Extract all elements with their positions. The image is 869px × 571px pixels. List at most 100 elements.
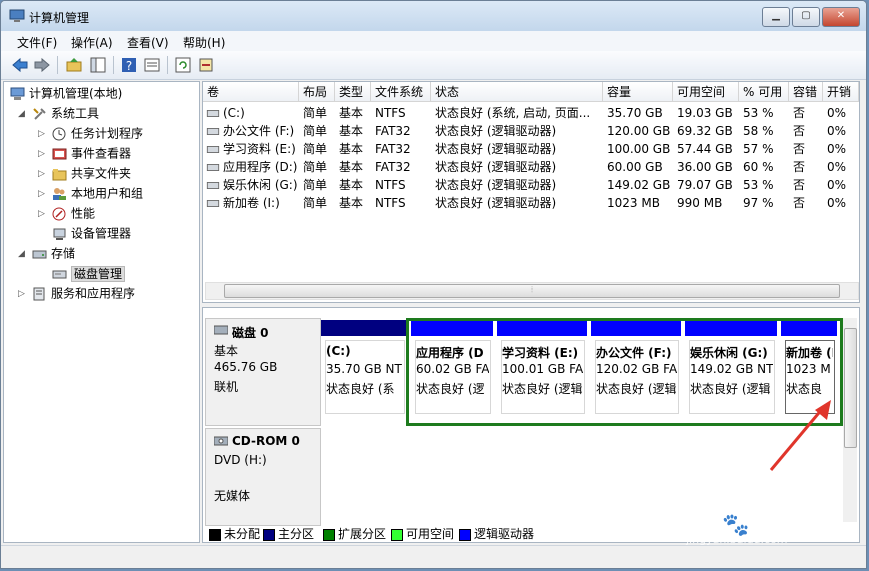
expand-arrow-icon[interactable]: ◢: [18, 109, 25, 119]
col-status-cell: 状态良好 (逻辑驱动器): [435, 160, 557, 174]
close-button[interactable]: ✕: [822, 7, 860, 27]
status-bar: [1, 545, 866, 568]
legend-free: 可用空间: [391, 525, 454, 542]
up-folder-icon[interactable]: [65, 56, 83, 74]
cdrom-icon: [214, 436, 228, 446]
col-capacity-header[interactable]: 容量: [603, 82, 673, 102]
col-type-cell: 基本: [339, 106, 364, 120]
show-hide-tree-icon[interactable]: [89, 56, 107, 74]
back-icon[interactable]: [11, 56, 29, 74]
tree-item-shared-folders[interactable]: 共享文件夹: [52, 164, 131, 182]
col-type-cell: 基本: [339, 178, 364, 192]
collapsed-arrow-icon[interactable]: ▷: [38, 169, 45, 179]
forward-icon[interactable]: [33, 56, 51, 74]
disk-size: 465.76 GB: [214, 360, 278, 374]
tree-item-disk-management[interactable]: 磁盘管理: [52, 264, 126, 282]
col-overhead-header[interactable]: 开销: [823, 82, 859, 102]
table-row[interactable]: 应用程序 (D:) 简单 基本 FAT32 状态良好 (逻辑驱动器) 60.00 GB 36…: [203, 158, 857, 176]
cdrom-label[interactable]: CD-ROM 0 DVD (H:) 无媒体: [205, 428, 321, 526]
computer-management-window: 计算机管理 ▁ ▢ ✕ 文件(F) 操作(A) 查看(V) 帮助(H) ? 计算…: [0, 0, 867, 569]
watermark-url: jingyan.baidu.com: [686, 533, 788, 546]
scroll-thumb[interactable]: ⦙: [224, 284, 840, 298]
table-row[interactable]: 办公文件 (F:) 简单 基本 FAT32 状态良好 (逻辑驱动器) 120.00 GB 6…: [203, 122, 857, 140]
scroll-thumb[interactable]: [844, 328, 857, 448]
disk-icon: [214, 325, 228, 335]
col-type-cell: 基本: [339, 142, 364, 156]
col-status-cell: 状态良好 (逻辑驱动器): [435, 142, 557, 156]
tree-item-system-tools[interactable]: 系统工具: [32, 104, 99, 122]
col-free-space-header[interactable]: 可用空间: [673, 82, 739, 102]
col-type-cell: 基本: [339, 196, 364, 210]
col-filesystem-cell: NTFS: [375, 178, 406, 192]
navigation-tree: 计算机管理(本地) ◢ 系统工具 ▷ 任务计划程序 ▷ 事件查看器 ▷ 共享文件…: [3, 81, 200, 543]
col-free-space-cell: 79.07 GB: [677, 178, 733, 192]
col-status-cell: 状态良好 (系统, 启动, 页面...: [435, 106, 591, 120]
storage-icon: [32, 250, 47, 258]
col-volume-header[interactable]: 卷: [203, 82, 299, 102]
tree-item-performance[interactable]: 性能: [52, 204, 95, 222]
col-layout-header[interactable]: 布局: [299, 82, 335, 102]
col-overhead-cell: 0%: [827, 196, 847, 210]
col-status-header[interactable]: 状态: [431, 82, 603, 102]
table-row[interactable]: 娱乐休闲 (G:) 简单 基本 NTFS 状态良好 (逻辑驱动器) 149.02 GB 79…: [203, 176, 857, 194]
table-row[interactable]: (C:) 简单 基本 NTFS 状态良好 (系统, 启动, 页面... 35.70 GB 1…: [203, 104, 857, 122]
collapsed-arrow-icon[interactable]: ▷: [38, 189, 45, 199]
col-fault-tolerance-cell: 否: [793, 178, 806, 192]
properties-icon[interactable]: [143, 56, 161, 74]
collapsed-arrow-icon[interactable]: ▷: [38, 129, 45, 139]
disk-management-icon: [52, 270, 67, 278]
col-fault-tolerance-header[interactable]: 容错: [789, 82, 823, 102]
partition-0[interactable]: (C:) 35.70 GB NT 状态良好 (系: [321, 320, 407, 424]
vertical-scrollbar[interactable]: [843, 318, 857, 522]
disk-0-label[interactable]: 磁盘 0 基本 465.76 GB 联机: [205, 318, 321, 426]
collapsed-arrow-icon[interactable]: ▷: [38, 209, 45, 219]
volume-name: 新加卷 (I:): [223, 196, 280, 210]
minimize-button[interactable]: ▁: [762, 7, 790, 27]
tree-item-event-viewer[interactable]: 事件查看器: [52, 144, 131, 162]
col-layout-cell: 简单: [303, 124, 328, 138]
tree-item-device-manager[interactable]: 设备管理器: [52, 224, 131, 242]
partition-bar: [321, 320, 407, 336]
col-free-space-cell: 69.32 GB: [677, 124, 733, 138]
col-filesystem-cell: FAT32: [375, 124, 411, 138]
tree-item-services-apps[interactable]: 服务和应用程序: [32, 284, 135, 302]
table-row[interactable]: 学习资料 (E:) 简单 基本 FAT32 状态良好 (逻辑驱动器) 100.00 GB 5…: [203, 140, 857, 158]
col-overhead-cell: 0%: [827, 142, 847, 156]
col-free-space-cell: 57.44 GB: [677, 142, 733, 156]
legend-unallocated: 未分配: [209, 525, 260, 542]
col-volume-cell: 学习资料 (E:): [203, 140, 299, 158]
menu-file[interactable]: 文件(F): [17, 34, 57, 51]
event-viewer-icon: [52, 148, 67, 159]
maximize-button[interactable]: ▢: [792, 7, 820, 27]
col-percent-free-cell: 53 %: [743, 178, 774, 192]
collapsed-arrow-icon[interactable]: ▷: [18, 289, 25, 299]
partition-name: (C:): [326, 344, 351, 358]
volume-name: 办公文件 (F:): [223, 124, 295, 138]
col-layout-cell: 简单: [303, 196, 328, 210]
export-list-icon[interactable]: [197, 56, 215, 74]
tree-item-local-users[interactable]: 本地用户和组: [52, 184, 143, 202]
col-percent-free-header[interactable]: % 可用: [739, 82, 789, 102]
menu-action[interactable]: 操作(A): [71, 34, 113, 51]
expand-arrow-icon[interactable]: ◢: [18, 249, 25, 259]
menu-help[interactable]: 帮助(H): [183, 34, 225, 51]
menu-view[interactable]: 查看(V): [127, 34, 169, 51]
col-capacity-cell: 100.00 GB: [607, 142, 671, 156]
col-filesystem-header[interactable]: 文件系统: [371, 82, 431, 102]
col-overhead-cell: 0%: [827, 178, 847, 192]
col-type-header[interactable]: 类型: [335, 82, 371, 102]
help-icon[interactable]: ?: [120, 56, 138, 74]
collapsed-arrow-icon[interactable]: ▷: [38, 149, 45, 159]
partition-size: 35.70 GB NT: [326, 362, 402, 376]
col-percent-free-cell: 57 %: [743, 142, 774, 156]
partition-status: 状态良好 (系: [326, 382, 395, 396]
col-volume-cell: 娱乐休闲 (G:): [203, 176, 299, 194]
tree-item-task-scheduler[interactable]: 任务计划程序: [52, 124, 143, 142]
table-row[interactable]: 新加卷 (I:) 简单 基本 NTFS 状态良好 (逻辑驱动器) 1023 MB 990 M…: [203, 194, 857, 212]
refresh-icon[interactable]: [174, 56, 192, 74]
horizontal-scrollbar[interactable]: ⦙: [205, 282, 859, 300]
tree-root[interactable]: 计算机管理(本地): [10, 84, 122, 102]
tree-item-storage[interactable]: 存储: [32, 244, 75, 262]
cdrom-name: CD-ROM 0: [232, 434, 300, 448]
col-percent-free-cell: 53 %: [743, 106, 774, 120]
